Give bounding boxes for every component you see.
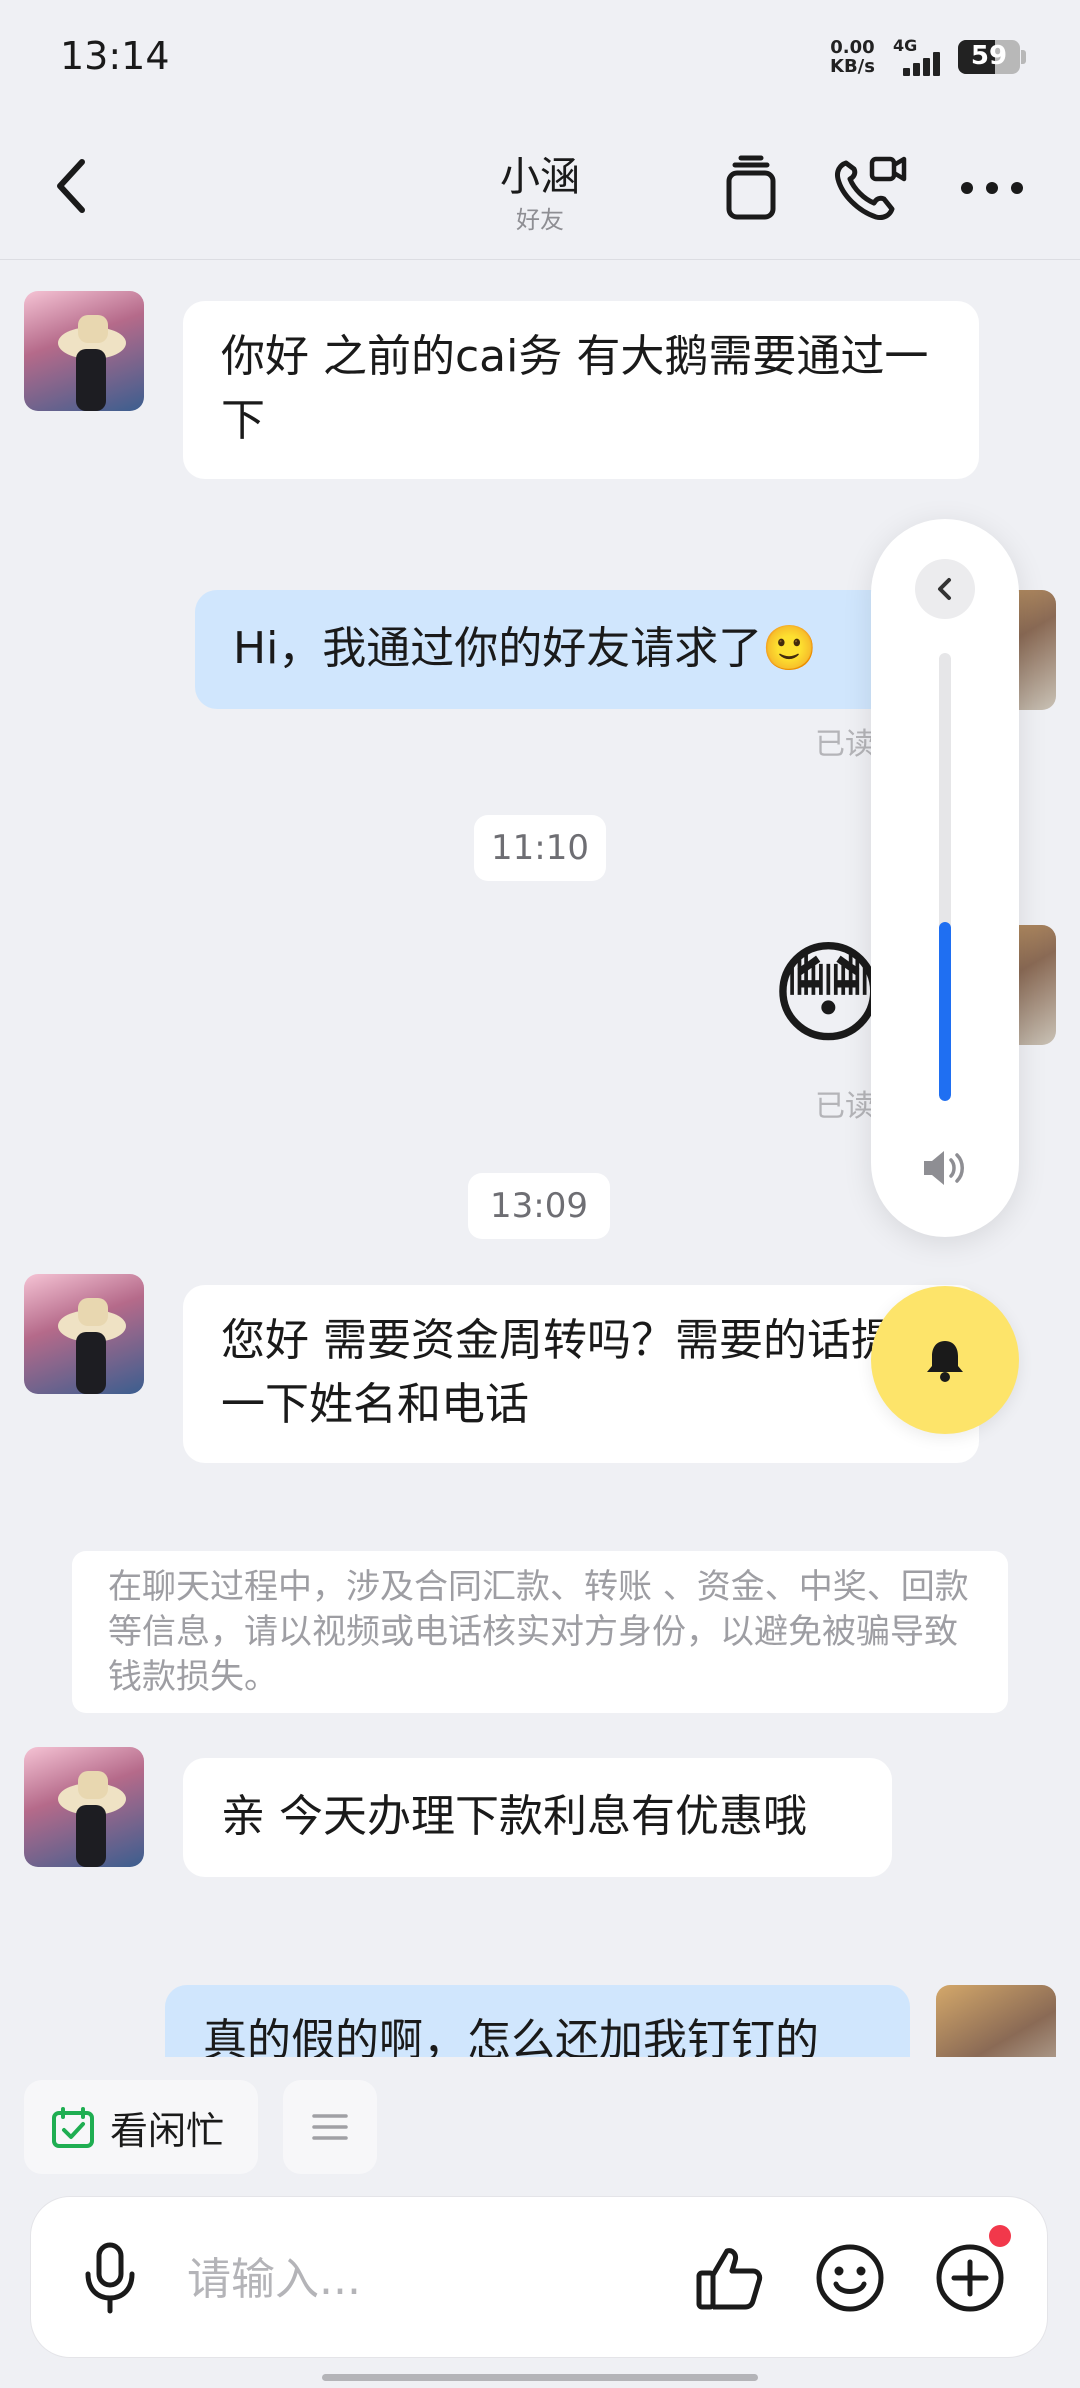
- emoji-message[interactable]: 😳: [770, 929, 887, 1059]
- battery-percent: 59: [970, 41, 1008, 71]
- message-input[interactable]: [187, 2237, 687, 2321]
- chat-header: 小涵 好友: [0, 120, 1080, 260]
- quick-action-label: 看闲忙: [110, 2108, 225, 2153]
- call-button[interactable]: [830, 150, 910, 226]
- calendar-check-icon: [52, 2107, 94, 2148]
- speaker-icon[interactable]: [920, 1146, 970, 1190]
- volume-level: [939, 921, 951, 1101]
- message-bubble-incoming[interactable]: 你好 之前的cai务 有大鹅需要通过一下: [183, 301, 979, 479]
- time-separator: 11:10: [474, 815, 606, 881]
- notification-dot: [989, 2225, 1011, 2247]
- volume-slider[interactable]: [939, 653, 951, 1101]
- call-video-icon: [835, 156, 907, 220]
- smile-icon: [816, 2244, 884, 2312]
- time-separator: 13:09: [468, 1173, 610, 1239]
- contact-avatar[interactable]: [24, 1747, 144, 1867]
- home-indicator[interactable]: [322, 2374, 758, 2381]
- status-bar: 13:14 0.00 KB/s 4G 59: [0, 0, 1080, 120]
- contact-avatar[interactable]: [24, 291, 144, 411]
- message-bubble-incoming[interactable]: 您好 需要资金周转吗？需要的话提供一下姓名和电话: [183, 1285, 979, 1463]
- battery-icon: 59: [958, 40, 1020, 74]
- contact-avatar[interactable]: [24, 1274, 144, 1394]
- thumbs-up-icon: [696, 2248, 763, 2310]
- message-bubble-outgoing[interactable]: Hi，我通过你的好友请求了🙂: [195, 590, 920, 709]
- net-speed-value: 0.00: [830, 37, 875, 58]
- thumbs-up-button[interactable]: [687, 2235, 773, 2321]
- collapse-button[interactable]: [915, 559, 975, 619]
- safety-notice: 在聊天过程中，涉及合同汇款、转账 、资金、中奖、回款等信息，请以视频或电话核实对…: [72, 1551, 1008, 1713]
- battery-tip: [1021, 50, 1026, 64]
- read-status: 已读: [815, 727, 875, 762]
- contact-name[interactable]: 小涵: [0, 144, 1080, 202]
- quick-action-menu[interactable]: [283, 2080, 377, 2174]
- menu-icon: [312, 2114, 348, 2140]
- signal-icon: [903, 52, 940, 76]
- message-list[interactable]: 你好 之前的cai务 有大鹅需要通过一下 Hi，我通过你的好友请求了🙂 已读 1…: [0, 261, 1080, 2057]
- read-status: 已读: [815, 1089, 875, 1124]
- net-speed-unit: KB/s: [830, 56, 875, 77]
- bell-button[interactable]: [871, 1286, 1019, 1434]
- quick-action-busy-status[interactable]: 看闲忙: [24, 2080, 258, 2174]
- my-avatar[interactable]: [936, 1985, 1056, 2057]
- avatar-photo: [58, 315, 126, 411]
- more-actions-button[interactable]: [927, 2235, 1013, 2321]
- message-bubble-incoming[interactable]: 亲 今天办理下款利息有优惠哦: [183, 1758, 892, 1877]
- network-speed: 0.00 KB/s: [830, 38, 875, 76]
- bell-icon: [927, 1341, 963, 1382]
- collapse-icon: [938, 578, 951, 600]
- voice-button[interactable]: [67, 2235, 153, 2321]
- contact-relation: 好友: [516, 206, 564, 234]
- input-bar: [30, 2196, 1048, 2358]
- mic-icon: [85, 2242, 135, 2314]
- status-time: 13:14: [60, 34, 170, 78]
- more-icon: [961, 182, 1023, 194]
- copy-button[interactable]: [718, 150, 784, 226]
- volume-panel[interactable]: [871, 519, 1019, 1237]
- message-bubble-outgoing[interactable]: 真的假的啊，怎么还加我钉钉的: [165, 1985, 910, 2057]
- copy-icon: [726, 155, 776, 220]
- emoji-button[interactable]: [807, 2235, 893, 2321]
- plus-icon: [936, 2244, 1004, 2312]
- more-button[interactable]: [950, 150, 1034, 226]
- avatar-photo: [58, 1298, 126, 1394]
- avatar-photo: [58, 1771, 126, 1867]
